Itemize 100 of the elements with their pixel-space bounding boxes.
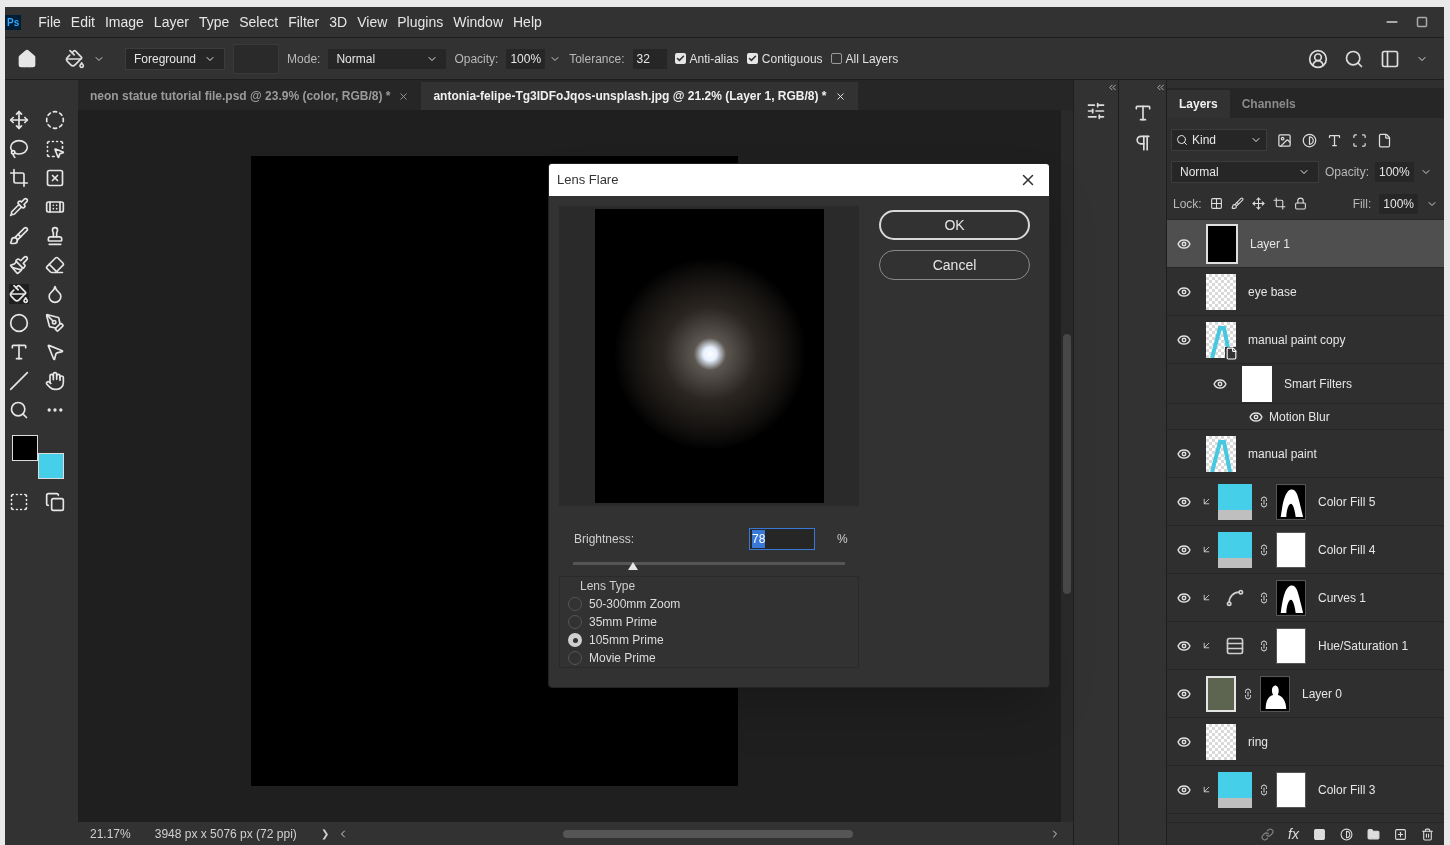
adjustment-layer-icon[interactable] <box>1340 827 1353 841</box>
checkbox[interactable] <box>746 53 758 64</box>
close-icon[interactable] <box>834 90 846 102</box>
search-icon[interactable] <box>9 400 29 420</box>
new-layer-icon[interactable] <box>1394 827 1407 841</box>
dialog-button[interactable]: OK <box>879 210 1030 240</box>
visibility-eye-icon[interactable] <box>1177 236 1191 251</box>
workspace-icon[interactable] <box>1380 48 1400 69</box>
brush-icon[interactable] <box>9 226 29 246</box>
visibility-eye-icon[interactable] <box>1177 332 1191 347</box>
layer-style-button[interactable]: fx <box>1288 823 1299 845</box>
panel-tab[interactable]: Layers <box>1167 90 1230 118</box>
menu-item[interactable]: Image <box>99 11 149 33</box>
paint-bucket-icon[interactable] <box>65 48 85 69</box>
pen-icon[interactable] <box>45 313 65 333</box>
search-icon[interactable] <box>1344 48 1364 69</box>
brightness-field[interactable]: 78 <box>749 528 815 550</box>
menu-item[interactable]: Window <box>448 11 508 33</box>
panel-tab[interactable]: Channels <box>1229 90 1308 118</box>
visibility-eye-icon[interactable] <box>1177 638 1191 653</box>
status-menu-arrow[interactable]: ❯ <box>320 826 329 841</box>
visibility-eye-icon[interactable] <box>1177 494 1191 509</box>
menu-item[interactable]: Filter <box>283 11 325 33</box>
menu-item[interactable]: Layer <box>148 11 194 33</box>
lock-position-icon[interactable] <box>1251 197 1265 210</box>
quick-mask-icon[interactable] <box>9 492 29 512</box>
blend-mode-dropdown[interactable]: Normal <box>1171 161 1319 183</box>
collapse-icon[interactable] <box>1155 82 1166 93</box>
type-icon[interactable] <box>9 342 29 362</box>
vertical-scrollbar[interactable] <box>1061 110 1073 822</box>
layer-row[interactable]: Layer 1 <box>1167 220 1444 268</box>
delete-icon[interactable] <box>1421 827 1434 841</box>
line-icon[interactable] <box>9 371 29 391</box>
foreground-color-swatch[interactable] <box>12 435 38 461</box>
visibility-eye-icon[interactable] <box>1177 542 1191 557</box>
lock-transparency-icon[interactable] <box>1209 197 1223 210</box>
tolerance-field[interactable]: 32 <box>632 48 667 69</box>
fill-field[interactable]: 100% <box>1379 193 1418 214</box>
opacity-field[interactable]: 100% <box>1375 162 1414 182</box>
zoom-level[interactable]: 21.17% <box>90 824 131 843</box>
lock-pixels-icon[interactable] <box>1230 197 1244 210</box>
brush-icon[interactable] <box>9 255 29 275</box>
visibility-eye-icon[interactable] <box>1249 409 1263 424</box>
crop-icon[interactable] <box>9 168 29 188</box>
document-tab[interactable]: antonia-felipe-Tg3IDFoJqos-unsplash.jpg @ 21.2% (Layer 1, RGB/8) * <box>421 82 858 110</box>
eraser-icon[interactable] <box>45 255 65 275</box>
menu-item[interactable]: 3D <box>324 11 353 33</box>
visibility-eye-icon[interactable] <box>1213 376 1227 391</box>
checkbox[interactable] <box>830 53 842 64</box>
hand-icon[interactable] <box>45 371 65 391</box>
visibility-eye-icon[interactable] <box>1177 590 1191 605</box>
background-color-swatch[interactable] <box>38 453 64 479</box>
visibility-eye-icon[interactable] <box>1177 284 1191 299</box>
droplet-icon[interactable] <box>45 284 65 304</box>
menu-item[interactable]: Select <box>234 11 284 33</box>
adjustment-filter-icon[interactable] <box>1302 132 1317 148</box>
fill-source-dropdown[interactable]: Foreground <box>125 47 226 70</box>
layer-row[interactable]: Smart Filters <box>1167 364 1444 404</box>
mode-dropdown[interactable]: Normal <box>328 48 447 69</box>
menu-item[interactable]: View <box>352 11 393 33</box>
selection-pointer-icon[interactable] <box>45 139 65 159</box>
pixel-filter-icon[interactable] <box>1277 132 1292 148</box>
visibility-eye-icon[interactable] <box>1177 782 1191 797</box>
visibility-eye-icon[interactable] <box>1177 446 1191 461</box>
link-icon[interactable] <box>1261 827 1275 841</box>
circle-icon[interactable] <box>9 313 29 333</box>
smart-object-filter-icon[interactable] <box>1377 132 1392 148</box>
home-icon[interactable] <box>17 48 37 69</box>
collapse-icon[interactable] <box>1107 82 1118 93</box>
shape-filter-icon[interactable] <box>1352 132 1367 148</box>
lock-artboard-icon[interactable] <box>1272 197 1286 210</box>
lasso-icon[interactable] <box>9 139 29 159</box>
folder-icon[interactable] <box>1367 827 1380 841</box>
horizontal-scrollbar[interactable] <box>562 829 853 838</box>
radio-button[interactable] <box>568 633 582 647</box>
type-filter-icon[interactable] <box>1327 132 1342 148</box>
stamp-icon[interactable] <box>45 226 65 246</box>
menu-item[interactable]: Plugins <box>392 11 449 33</box>
adjustments-icon[interactable] <box>1086 101 1106 121</box>
eyedropper-icon[interactable] <box>9 197 29 217</box>
checkbox[interactable] <box>674 53 686 64</box>
frame-icon[interactable] <box>45 168 65 188</box>
account-icon[interactable] <box>1308 48 1328 69</box>
menu-item[interactable]: Edit <box>65 11 100 33</box>
dashed-circle-icon[interactable] <box>45 110 65 130</box>
move-icon[interactable] <box>9 110 29 130</box>
mask-icon[interactable] <box>1313 827 1326 841</box>
paint-bucket-icon[interactable] <box>9 284 29 304</box>
maximize-icon[interactable] <box>1416 16 1428 28</box>
lock-all-icon[interactable] <box>1293 197 1307 210</box>
pointer-icon[interactable] <box>45 342 65 362</box>
screen-mode-icon[interactable] <box>45 492 65 512</box>
visibility-eye-icon[interactable] <box>1177 686 1191 701</box>
menu-item[interactable]: Help <box>508 11 547 33</box>
filter-kind-dropdown[interactable]: Kind <box>1171 129 1267 151</box>
opacity-field[interactable]: 100% <box>506 48 546 69</box>
slider-thumb[interactable] <box>627 562 638 570</box>
menu-item[interactable]: File <box>33 11 66 33</box>
menu-item[interactable]: Type <box>193 11 235 33</box>
visibility-eye-icon[interactable] <box>1177 734 1191 749</box>
